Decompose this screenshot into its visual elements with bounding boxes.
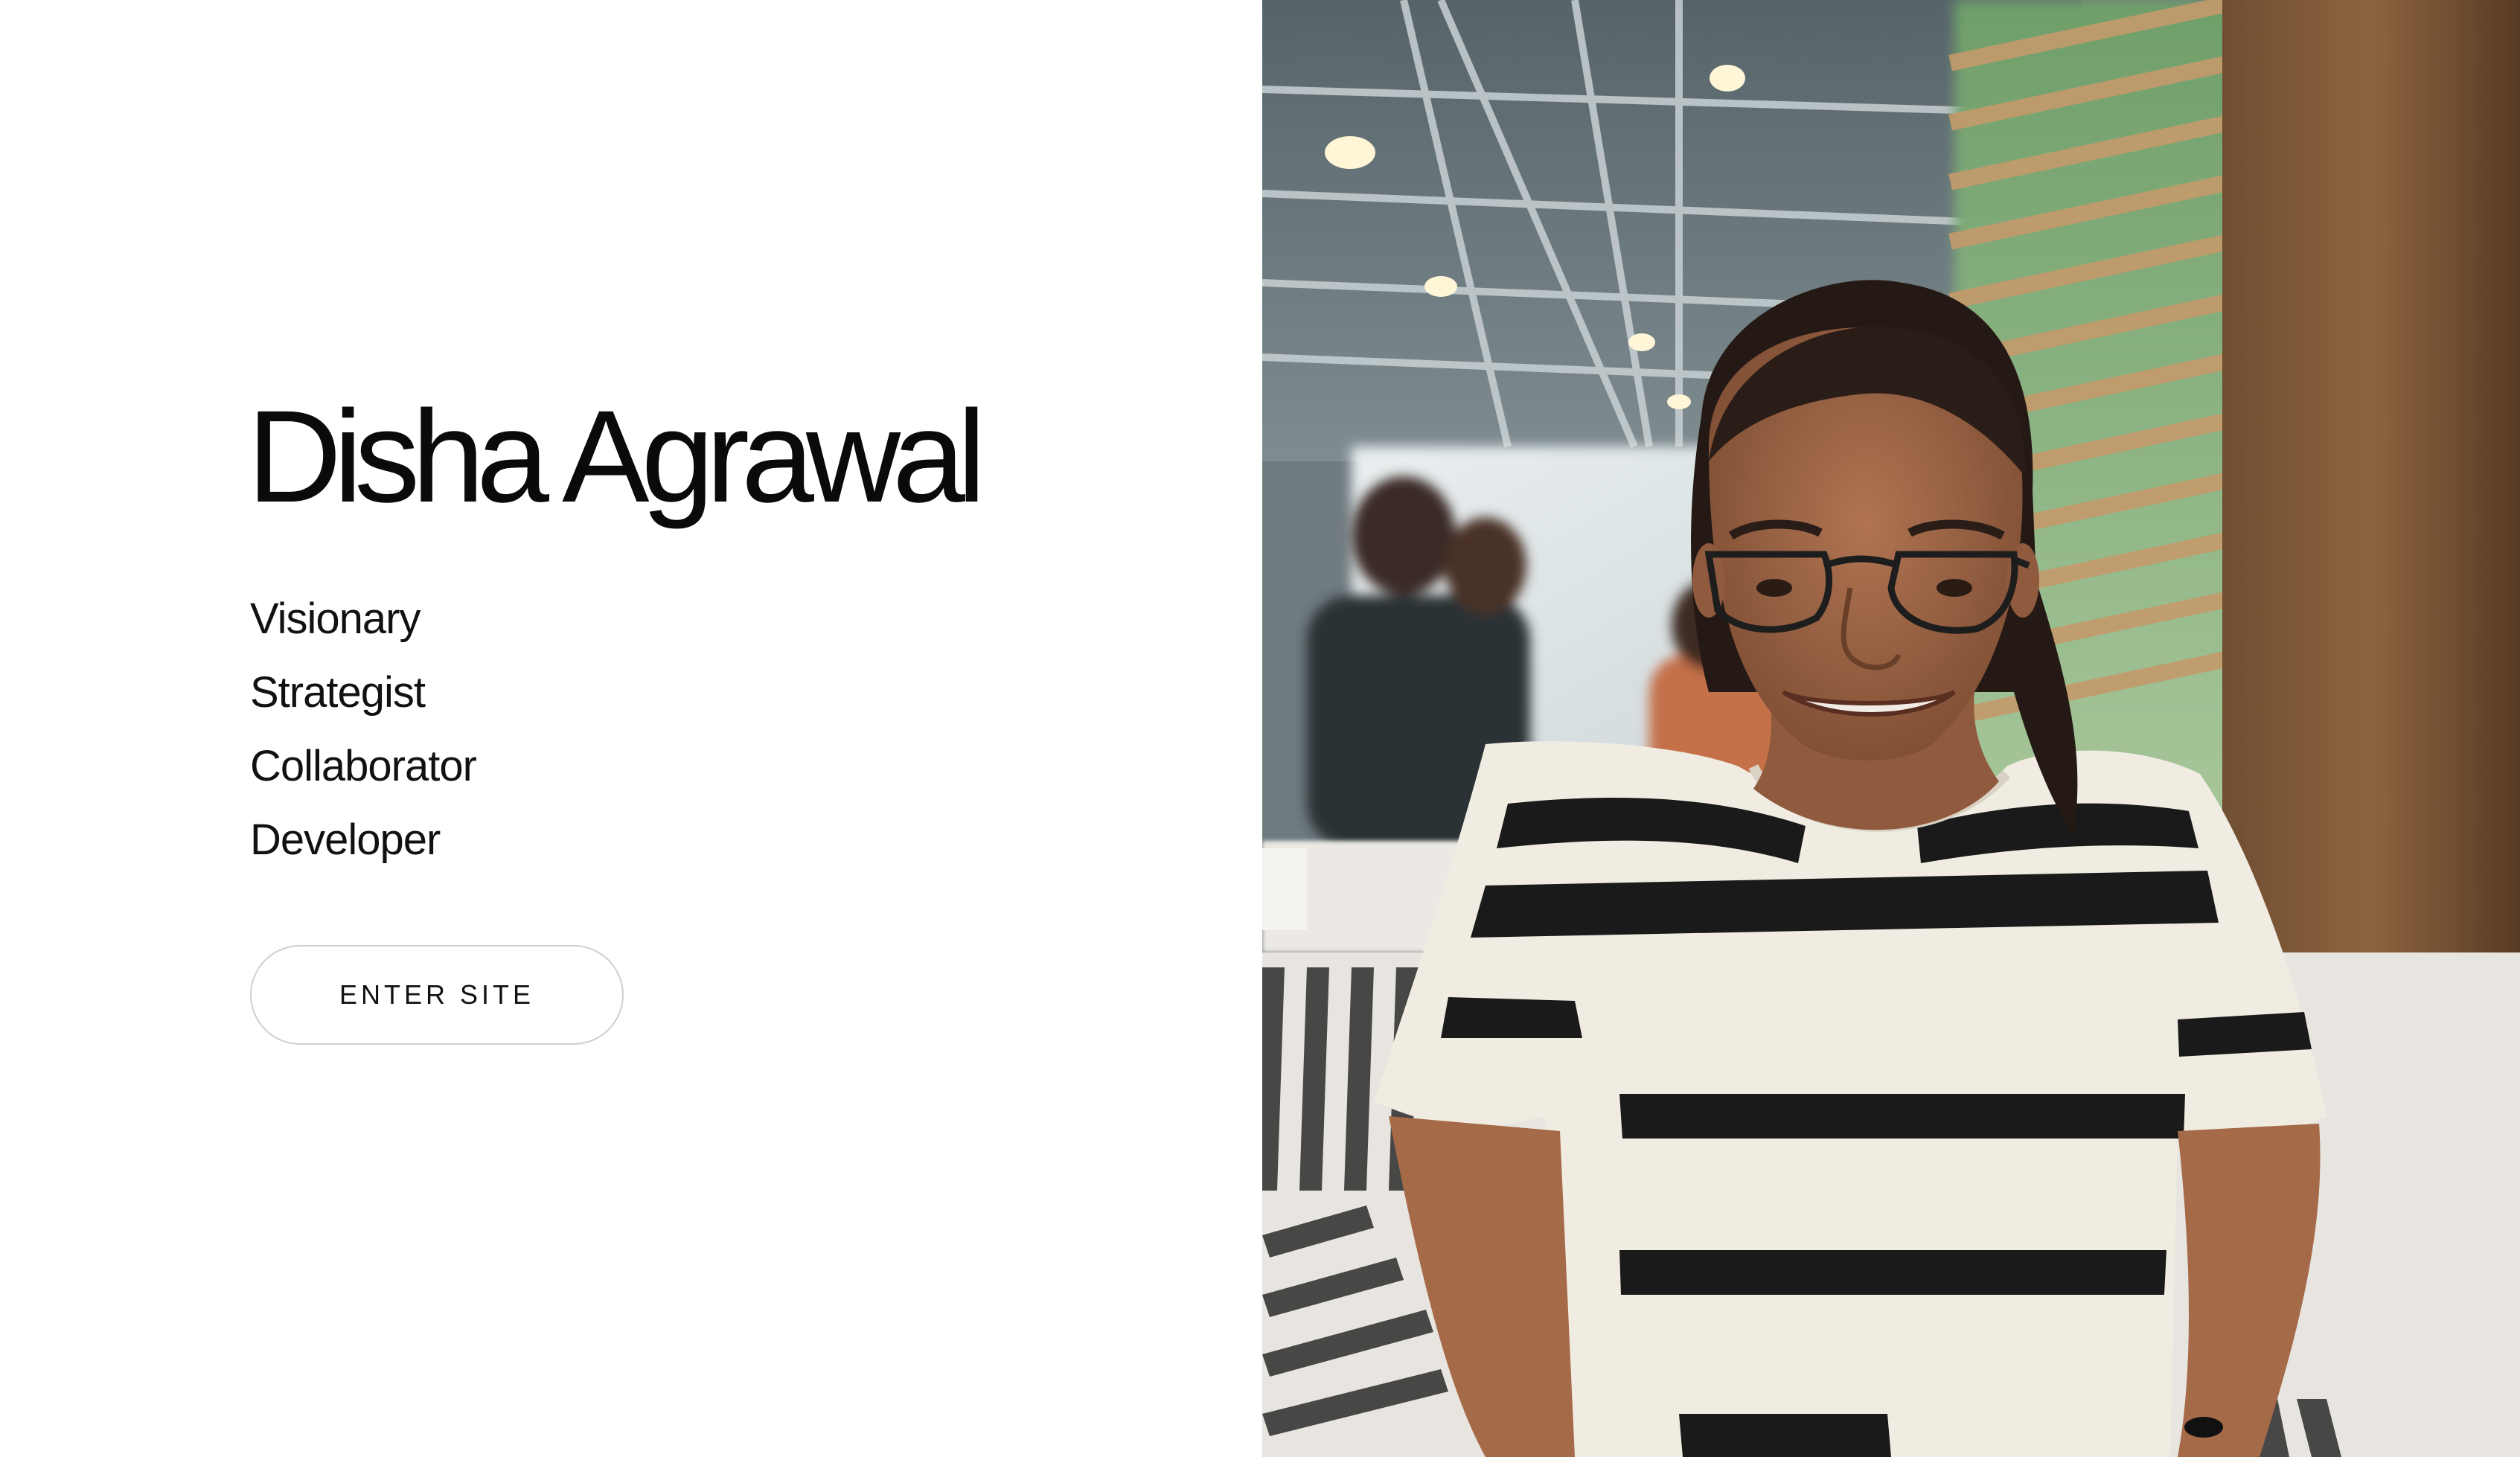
landing-page: Disha Agrawal Visionary Strategist Colla… [0, 0, 2520, 1457]
portrait-photo-illustration [1262, 0, 2520, 1457]
intro-panel: Disha Agrawal Visionary Strategist Colla… [0, 0, 1262, 1457]
role-item: Collaborator [250, 742, 477, 790]
enter-site-button[interactable]: ENTER SITE [250, 945, 624, 1045]
person-name-heading: Disha Agrawal [247, 384, 986, 530]
roles-list: Visionary Strategist Collaborator Develo… [250, 582, 477, 877]
role-item: Developer [250, 816, 441, 864]
portrait-photo [1262, 0, 2520, 1457]
role-item: Visionary [250, 595, 420, 643]
role-item: Strategist [250, 668, 426, 717]
